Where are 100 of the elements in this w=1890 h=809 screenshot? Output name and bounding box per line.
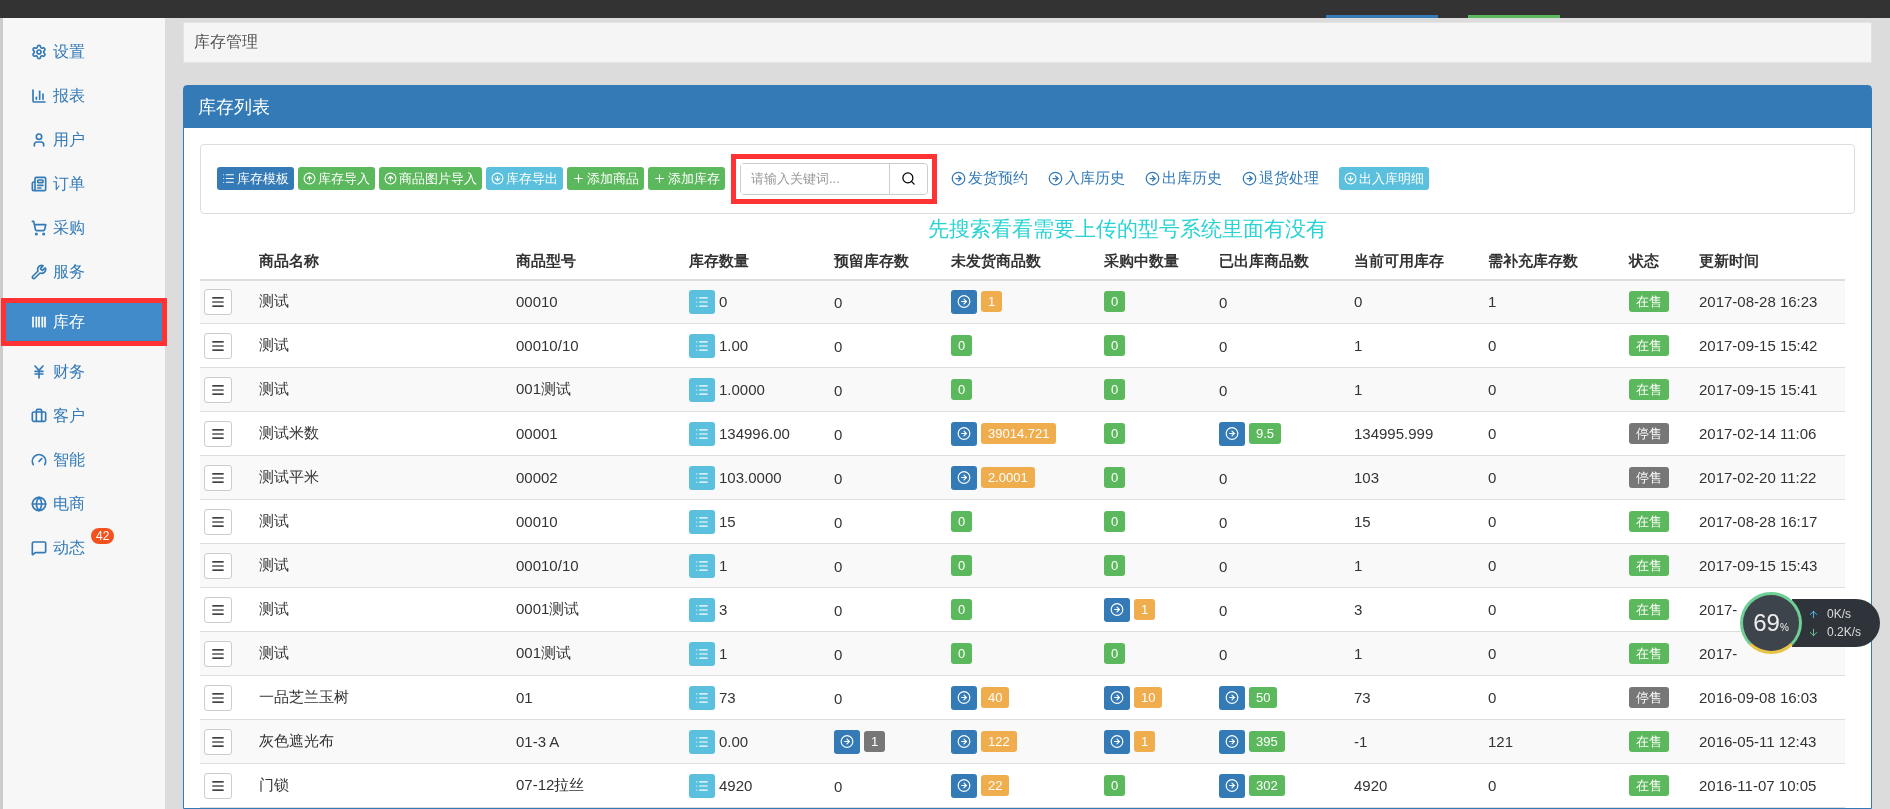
count-label: 22 — [981, 775, 1010, 796]
menu-button[interactable] — [204, 596, 232, 623]
sidebar-item[interactable]: 服务 — [3, 250, 165, 294]
sidebar-item[interactable]: 采购 — [3, 206, 165, 250]
table-cell: 0 — [1484, 499, 1625, 544]
toolbar-button[interactable]: 添加商品 — [567, 167, 644, 190]
count-label: 0 — [951, 643, 973, 664]
sidebar-item[interactable]: 用户 — [3, 118, 165, 162]
cell-text: 0 — [719, 293, 728, 311]
menu-button[interactable] — [204, 288, 232, 315]
search-button[interactable] — [889, 163, 927, 194]
menu-button[interactable] — [204, 376, 232, 403]
go-button[interactable] — [951, 729, 977, 754]
menu-button[interactable] — [204, 772, 232, 799]
status-label: 在售 — [1629, 555, 1669, 576]
table-cell: 01-3 A — [512, 719, 685, 764]
go-button[interactable] — [1219, 773, 1245, 798]
cell-text: 0 — [834, 513, 843, 531]
table-cell: 测试 — [255, 499, 512, 544]
go-button[interactable] — [951, 773, 977, 798]
go-button[interactable] — [1219, 421, 1245, 446]
go-button[interactable] — [1104, 729, 1130, 754]
count-label: 0 — [1104, 335, 1126, 356]
count-label: 39014.721 — [981, 423, 1057, 444]
cell-text: 0 — [1219, 469, 1228, 487]
wrench-icon — [31, 264, 47, 280]
count-badge: 42 — [91, 528, 115, 544]
table-cell: 测试 — [255, 323, 512, 368]
cell-text: 1 — [719, 645, 728, 662]
search-icon — [901, 171, 916, 186]
cell-text: 2017-08-28 16:17 — [1699, 513, 1818, 530]
cell-text: 2016-05-11 12:43 — [1699, 733, 1817, 750]
column-header: 当前可用库存 — [1350, 243, 1484, 280]
status-label: 停售 — [1629, 467, 1669, 488]
arrow-right-icon — [1048, 171, 1063, 186]
sidebar-item[interactable]: 设置 — [3, 30, 165, 74]
table-cell: 4920 — [1350, 763, 1484, 808]
menu-button[interactable] — [204, 332, 232, 359]
toolbar-button[interactable]: 添加库存 — [648, 167, 725, 190]
menu-button[interactable] — [204, 420, 232, 447]
action-link[interactable]: 出库历史 — [1145, 169, 1222, 188]
sidebar-item[interactable]: 报表 — [3, 74, 165, 118]
go-button[interactable] — [951, 465, 977, 490]
down-arrow-icon — [1808, 626, 1819, 638]
toolbar-button[interactable]: 商品图片导入 — [379, 167, 482, 190]
go-button[interactable] — [951, 421, 977, 446]
table-cell: 1 — [1350, 631, 1484, 676]
go-button[interactable] — [1219, 685, 1245, 710]
count-label: 1 — [1134, 599, 1156, 620]
sidebar-item[interactable]: 订单 — [3, 162, 165, 206]
sidebar-item[interactable]: 动态 42 — [3, 526, 165, 570]
sidebar-item[interactable]: 财务 — [3, 350, 165, 394]
arrow-right-icon — [1225, 690, 1239, 705]
toolbar-button[interactable]: 库存模板 — [217, 167, 294, 190]
go-button[interactable] — [834, 729, 860, 754]
plus-icon — [653, 172, 666, 185]
table-cell: 0 — [1484, 675, 1625, 720]
status-label: 在售 — [1629, 291, 1669, 313]
go-button[interactable] — [951, 685, 977, 710]
status-label: 在售 — [1629, 775, 1669, 796]
status-label: 在售 — [1629, 731, 1669, 752]
column-header: 商品型号 — [512, 243, 685, 280]
sidebar-item[interactable]: 电商 — [3, 482, 165, 526]
table-cell: 00010/10 — [512, 323, 685, 368]
user-icon — [31, 132, 47, 148]
arrow-right-icon — [957, 426, 971, 441]
go-button[interactable] — [1219, 729, 1245, 754]
table-cell: 0 — [1484, 543, 1625, 588]
cell-text: 1 — [719, 557, 728, 574]
table-cell: 00001 — [512, 411, 685, 456]
arrow-right-icon — [1242, 171, 1257, 186]
menu-button[interactable] — [204, 464, 232, 491]
go-button[interactable] — [951, 289, 977, 314]
count-label: 1 — [981, 291, 1003, 313]
cell-text: 1.0000 — [719, 381, 765, 398]
table-cell: 灰色遮光布 — [255, 719, 512, 764]
menu-button[interactable] — [204, 640, 232, 667]
action-link[interactable]: 退货处理 — [1242, 169, 1319, 188]
table-cell: 1 — [1350, 543, 1484, 588]
toolbar-button[interactable]: 库存导入 — [298, 167, 375, 190]
menu-button[interactable] — [204, 684, 232, 711]
action-link[interactable]: 入库历史 — [1048, 169, 1125, 188]
sidebar-item[interactable]: 智能 — [3, 438, 165, 482]
go-button[interactable] — [1104, 685, 1130, 710]
count-label: 0 — [951, 335, 973, 356]
cell-text: 2017-09-15 15:43 — [1699, 557, 1818, 574]
cell-text: 0 — [834, 469, 843, 487]
count-label: 0 — [1104, 555, 1126, 576]
column-header: 状态 — [1625, 243, 1695, 280]
menu-button[interactable] — [204, 508, 232, 535]
sidebar-item[interactable]: 库存 — [3, 300, 165, 344]
column-header: 更新时间 — [1695, 243, 1845, 280]
menu-button[interactable] — [204, 552, 232, 579]
menu-button[interactable] — [204, 728, 232, 755]
count-label: 0 — [951, 511, 973, 532]
sidebar-item[interactable]: 客户 — [3, 394, 165, 438]
go-button[interactable] — [1104, 597, 1130, 622]
search-field[interactable]: 请输入关键词... — [740, 162, 928, 195]
action-link[interactable]: 发货预约 — [951, 169, 1028, 188]
table-cell: 121 — [1484, 719, 1625, 764]
